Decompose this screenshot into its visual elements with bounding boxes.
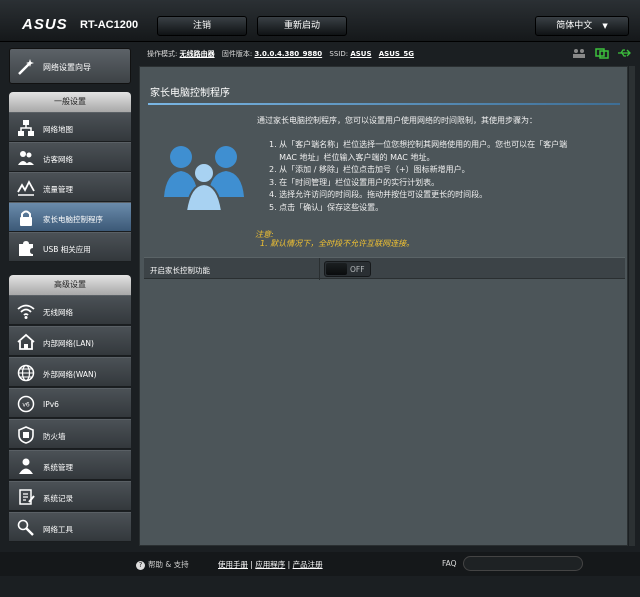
sidebar-item-administration[interactable]: 系统管理 xyxy=(9,450,131,480)
puzzle-icon xyxy=(19,241,33,256)
guest-network-icon xyxy=(18,151,34,165)
sidebar-item-usb-apps[interactable]: USB 相关应用 xyxy=(9,232,131,262)
sidebar-item-label: USB 相关应用 xyxy=(43,245,91,254)
help-label: 帮助 & 支持 xyxy=(148,560,189,569)
sidebar-item-parental-control[interactable]: 家长电脑控制程序 xyxy=(9,202,131,232)
steps-list: 1. 从「客户端名称」栏位选择一位您想控制其网络使用的用户。您也可以在「客户端 … xyxy=(269,139,609,215)
advanced-settings-header: 高级设置 xyxy=(9,275,131,295)
step-item: MAC 地址」栏位输入客户端的 MAC 地址。 xyxy=(269,152,435,162)
sidebar-item-system-log[interactable]: 系统记录 xyxy=(9,481,131,511)
traffic-icon xyxy=(17,180,35,196)
sidebar-item-guest-network[interactable]: 访客网络 xyxy=(9,142,131,172)
sidebar-item-label: 系统记录 xyxy=(43,494,73,503)
reboot-button[interactable]: 重新启动 xyxy=(257,16,347,36)
sidebar-item-network-tools[interactable]: 网络工具 xyxy=(9,512,131,542)
sidebar-item-firewall[interactable]: 防火墙 xyxy=(9,419,131,449)
sidebar-item-traffic-manager[interactable]: 流量管理 xyxy=(9,172,131,202)
sidebar-item-label: 流量管理 xyxy=(43,185,73,194)
sidebar-item-ipv6[interactable]: v6 IPv6 xyxy=(9,388,131,418)
mode-label: 操作模式: xyxy=(147,50,178,58)
network-map-icon xyxy=(18,120,34,136)
language-select[interactable]: 简体中文 ▼ xyxy=(535,16,629,36)
wizard-label: 网络设置向导 xyxy=(43,63,91,72)
sidebar-item-label: 系统管理 xyxy=(43,463,73,472)
sidebar-item-label: 防火墙 xyxy=(43,432,66,441)
help-icon: ? xyxy=(136,561,145,570)
sidebar-item-label: 网络工具 xyxy=(43,525,73,534)
magic-wand-icon xyxy=(18,59,34,75)
network-setup-wizard-button[interactable]: 网络设置向导 xyxy=(9,48,131,84)
firmware-value[interactable]: 3.0.0.4.380_9880 xyxy=(254,50,322,58)
logout-button[interactable]: 注销 xyxy=(157,16,247,36)
wifi-icon xyxy=(17,304,35,319)
general-settings-header: 一般设置 xyxy=(9,92,131,112)
sidebar-item-label: 无线网络 xyxy=(43,308,73,317)
sidebar-item-wireless[interactable]: 无线网络 xyxy=(9,295,131,325)
svg-text:v6: v6 xyxy=(22,402,30,409)
intro-text: 通过家长电脑控制程序，您可以设置用户使用网络的时间限制，其使用步骤为： xyxy=(257,116,537,125)
home-icon xyxy=(17,333,35,350)
top-bar: ASUS RT-AC1200 注销 重新启动 简体中文 ▼ xyxy=(0,0,640,42)
footer-links: 使用手册 | 应用程序 | 产品注册 xyxy=(218,560,323,569)
sidebar-item-network-map[interactable]: 网络地图 xyxy=(9,112,131,142)
utility-link[interactable]: 应用程序 xyxy=(255,560,285,569)
sidebar-item-label: IPv6 xyxy=(43,400,59,409)
toggle-state-label: OFF xyxy=(350,265,365,274)
sidebar-item-wan[interactable]: 外部网络(WAN) xyxy=(9,357,131,387)
footer: ? 帮助 & 支持 使用手册 | 应用程序 | 产品注册 FAQ xyxy=(0,552,640,576)
status-icons xyxy=(572,47,637,61)
row-divider xyxy=(319,258,320,280)
sidebar-item-label: 访客网络 xyxy=(43,155,73,164)
step-item: 5. 点击「确认」保存这些设置。 xyxy=(269,202,384,212)
sidebar-item-label: 内部网络(LAN) xyxy=(43,339,94,348)
firmware-label: 固件版本: xyxy=(221,50,253,58)
ssid-label: SSID: xyxy=(329,50,349,58)
sidebar-item-lan[interactable]: 内部网络(LAN) xyxy=(9,326,131,356)
asus-logo[interactable]: ASUS xyxy=(22,16,68,33)
client-status-icon[interactable] xyxy=(572,47,586,59)
tools-icon xyxy=(17,519,34,536)
toggle-knob xyxy=(326,263,347,275)
ipv6-icon: v6 xyxy=(17,395,35,413)
step-item: 4. 选择允许访问的时间段。拖动并按住可设置更长的时间段。 xyxy=(269,190,488,200)
enable-parental-control-label: 开启家长控制功能 xyxy=(150,266,210,275)
usb-status-icon[interactable] xyxy=(617,47,632,59)
manual-link[interactable]: 使用手册 xyxy=(218,560,248,569)
sidebar-item-label: 网络地图 xyxy=(43,125,73,134)
step-item: 1. 从「客户端名称」栏位选择一位您想控制其网络使用的用户。您也可以在「客户端 xyxy=(269,140,568,149)
ssid-value-5g[interactable]: ASUS_5G xyxy=(379,50,414,58)
language-label: 简体中文 xyxy=(556,21,593,31)
internet-status-icon[interactable] xyxy=(594,47,609,59)
parental-control-setting-row: 开启家长控制功能 OFF xyxy=(144,257,625,280)
faq-label: FAQ xyxy=(442,559,457,568)
ssid-value-24g[interactable]: ASUS xyxy=(350,50,371,58)
title-divider xyxy=(148,103,620,105)
model-name: RT-AC1200 xyxy=(80,19,139,31)
product-registration-link[interactable]: 产品注册 xyxy=(293,560,323,569)
sidebar-item-label: 家长电脑控制程序 xyxy=(43,215,103,224)
log-icon xyxy=(19,489,35,505)
help-support[interactable]: ? 帮助 & 支持 xyxy=(136,559,189,570)
lock-icon xyxy=(20,210,32,226)
shield-icon xyxy=(18,426,34,444)
step-item: 3. 在「时间管理」栏位设置用户的实行计划表。 xyxy=(269,177,440,187)
parental-control-toggle[interactable]: OFF xyxy=(324,261,371,277)
sidebar-item-label: 外部网络(WAN) xyxy=(43,370,97,379)
status-line: 操作模式: 无线路由器 固件版本: 3.0.0.4.380_9880 SSID:… xyxy=(147,49,419,59)
admin-icon xyxy=(19,458,33,474)
step-item: 2. 从「添加 / 移除」栏位点击加号（+）图标新增用户。 xyxy=(269,165,470,175)
mode-value[interactable]: 无线路由器 xyxy=(180,50,215,58)
main-panel: 家长电脑控制程序 通过家长电脑控制程序，您可以设置用户使用网络的时间限制，其使用… xyxy=(139,66,628,546)
page-title: 家长电脑控制程序 xyxy=(150,88,230,99)
globe-icon xyxy=(17,364,35,382)
faq-search-input[interactable] xyxy=(463,556,583,571)
family-icon xyxy=(164,146,244,212)
note-text: 1. 默认情况下，全时段不允许互联网连接。 xyxy=(260,239,415,248)
page-scrollbar[interactable] xyxy=(629,66,635,546)
chevron-down-icon: ▼ xyxy=(602,22,608,30)
